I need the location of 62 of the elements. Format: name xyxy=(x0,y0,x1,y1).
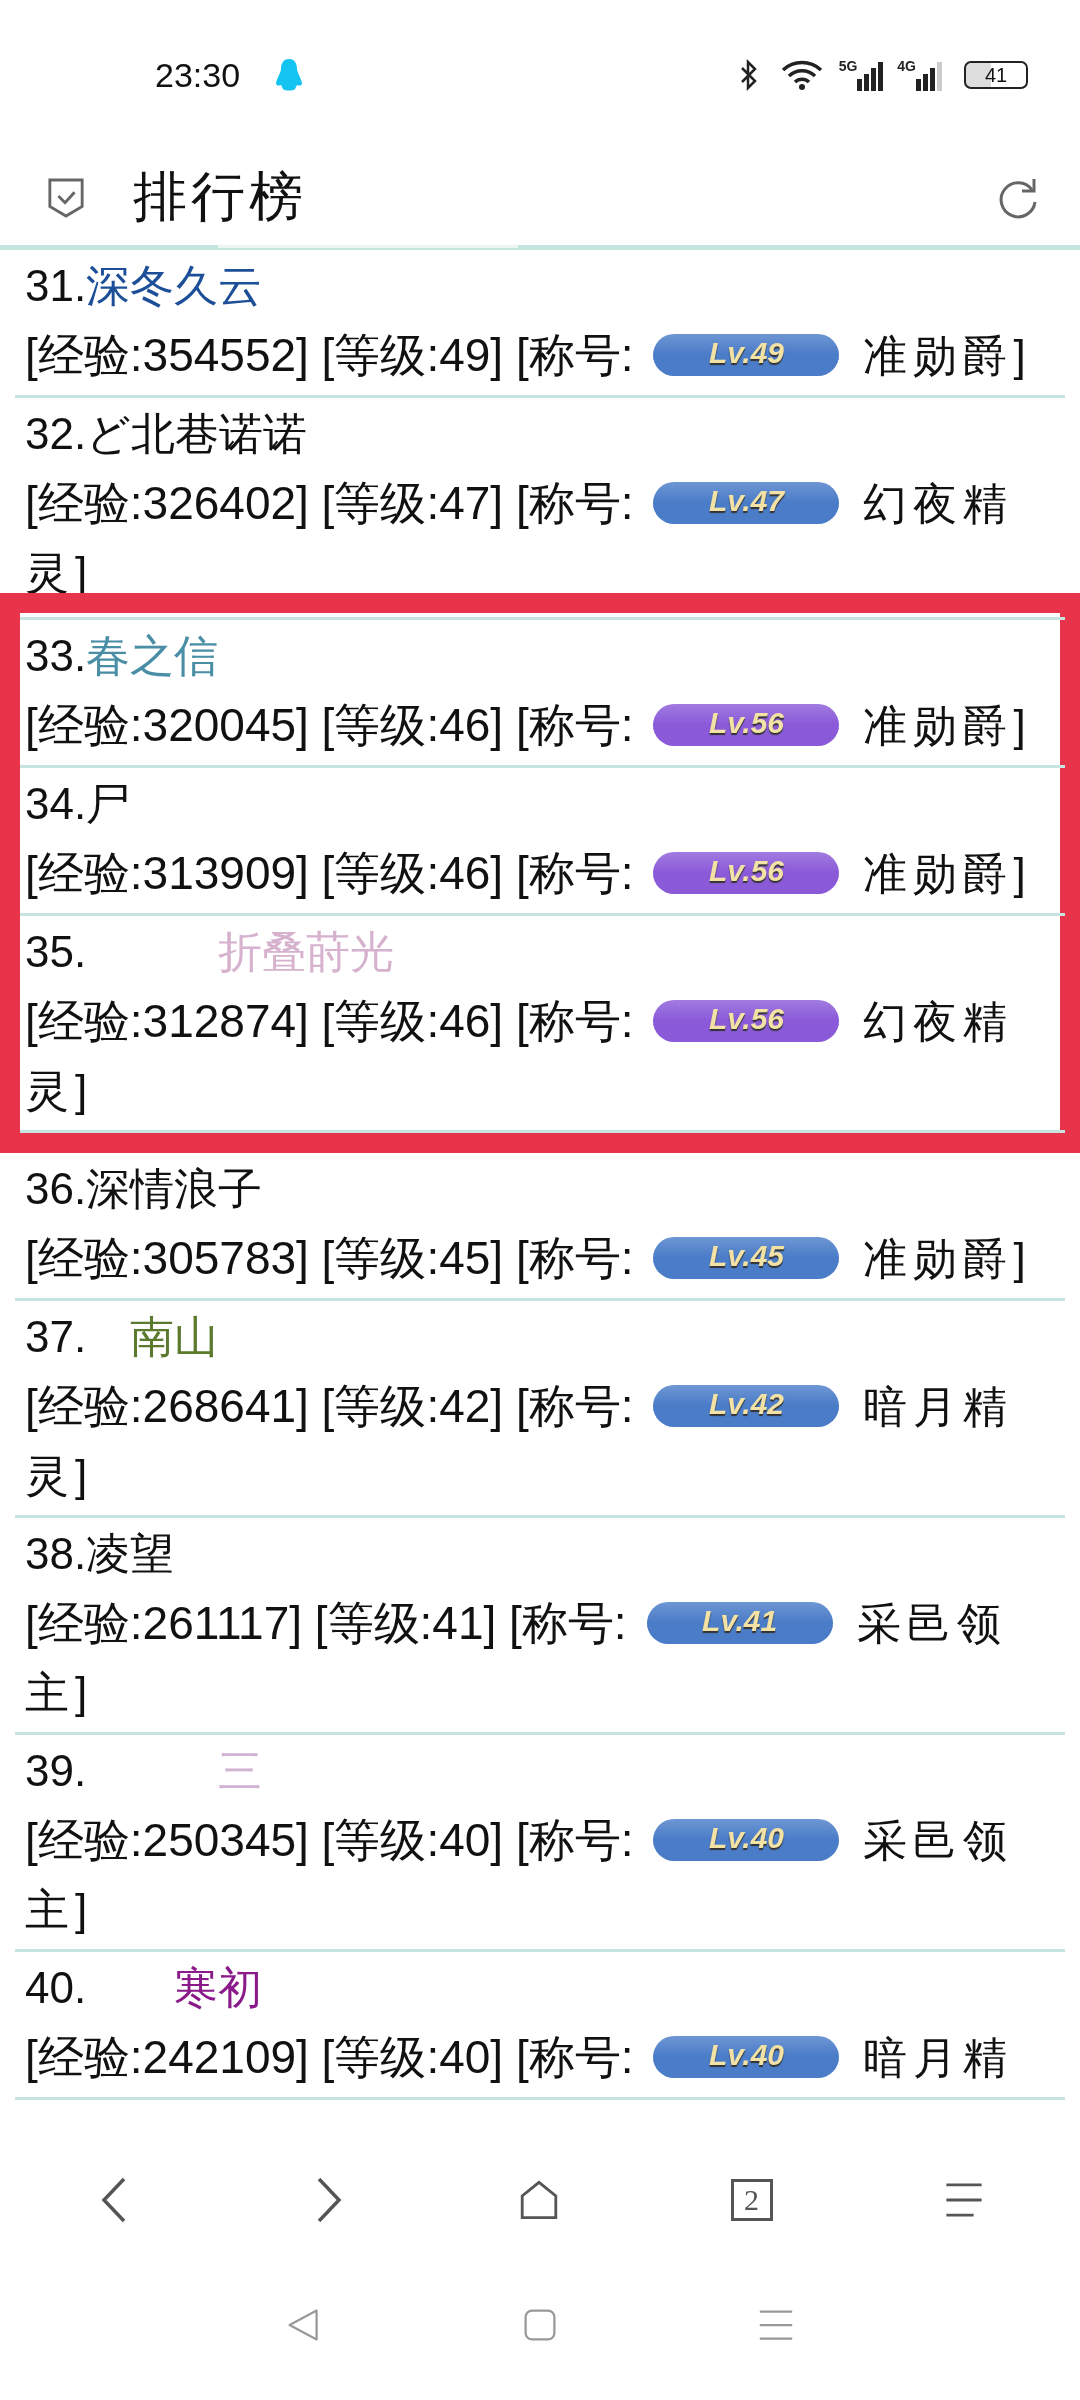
level-badge: Lv.49 xyxy=(653,334,840,376)
tabs-button[interactable]: 2 xyxy=(730,2179,773,2221)
shield-check-icon[interactable] xyxy=(47,176,85,219)
rank-number: 31. xyxy=(25,261,87,310)
player-title: 灵] xyxy=(25,1066,94,1115)
level-badge: Lv.40 xyxy=(653,1819,840,1861)
player-stats: [经验:326402] [等级:47] [称号: xyxy=(25,477,634,529)
player-title: 主] xyxy=(25,1885,94,1934)
player-title: 暗月精 xyxy=(863,2033,1014,2082)
rank-number: 39. xyxy=(25,1746,87,1795)
rank-number: 35. xyxy=(25,927,87,976)
player-stats: [经验:354552] [等级:49] [称号: xyxy=(25,329,634,381)
player-name[interactable]: 深冬久云 xyxy=(86,261,263,310)
level-badge: Lv.41 xyxy=(646,1602,833,1644)
rank-number: 34. xyxy=(25,779,87,828)
rank-number: 33. xyxy=(25,631,87,680)
player-title: 采邑领 xyxy=(856,1599,1007,1648)
player-title: 灵] xyxy=(25,1451,94,1500)
rank-number: 32. xyxy=(25,409,87,458)
player-title: 暗月精 xyxy=(863,1382,1014,1431)
player-name[interactable]: 尸 xyxy=(86,779,131,828)
level-badge: Lv.47 xyxy=(653,482,840,524)
player-stats: [经验:305783] [等级:45] [称号: xyxy=(25,1232,634,1284)
level-badge: Lv.40 xyxy=(653,2036,840,2078)
player-stats: [经验:313909] [等级:46] [称号: xyxy=(25,847,634,899)
status-time: 23:30 xyxy=(155,55,241,95)
player-title: 采邑领 xyxy=(863,1816,1014,1865)
system-recents-icon[interactable] xyxy=(758,2307,794,2343)
player-name[interactable]: 凌望 xyxy=(86,1529,175,1578)
player-title: 幻夜精 xyxy=(863,997,1014,1046)
player-title: 准勋爵] xyxy=(863,849,1032,898)
rank-number: 38. xyxy=(25,1529,87,1578)
player-stats: [经验:242109] [等级:40] [称号: xyxy=(25,2031,634,2083)
rank-number: 36. xyxy=(25,1164,87,1213)
player-name[interactable]: 深情浪子 xyxy=(86,1164,263,1213)
player-stats: [经验:320045] [等级:46] [称号: xyxy=(25,699,634,751)
level-badge: Lv.56 xyxy=(653,852,840,894)
player-title: 准勋爵] xyxy=(863,331,1032,380)
rank-number: 40. xyxy=(25,1963,87,2012)
penguin-icon xyxy=(274,58,305,92)
player-title: 准勋爵] xyxy=(863,1234,1032,1283)
player-title: 主] xyxy=(25,1668,94,1717)
player-stats: [经验:261117] [等级:41] [称号: xyxy=(25,1597,627,1649)
rank-number: 37. xyxy=(25,1312,87,1361)
player-name[interactable]: ど北巷诺诺 xyxy=(86,409,308,458)
player-title: 准勋爵] xyxy=(863,701,1032,750)
page-title: 排行榜 xyxy=(133,165,307,228)
player-stats: [经验:250345] [等级:40] [称号: xyxy=(25,1814,634,1866)
player-stats: [经验:268641] [等级:42] [称号: xyxy=(25,1380,634,1432)
player-name[interactable]: 寒初 xyxy=(86,1963,263,2012)
level-badge: Lv.56 xyxy=(653,1000,840,1042)
wifi-icon xyxy=(780,59,825,91)
player-stats: [经验:312874] [等级:46] [称号: xyxy=(25,995,634,1047)
battery-icon: 41 xyxy=(964,61,1028,89)
bluetooth-icon xyxy=(738,59,759,91)
level-badge: Lv.45 xyxy=(653,1237,840,1279)
player-name[interactable]: 春之信 xyxy=(86,631,219,680)
system-home-icon[interactable] xyxy=(522,2307,558,2343)
player-title: 幻夜精 xyxy=(863,479,1014,528)
player-name[interactable]: 南山 xyxy=(86,1312,219,1361)
level-badge: Lv.56 xyxy=(653,704,840,746)
level-badge: Lv.42 xyxy=(653,1385,840,1427)
